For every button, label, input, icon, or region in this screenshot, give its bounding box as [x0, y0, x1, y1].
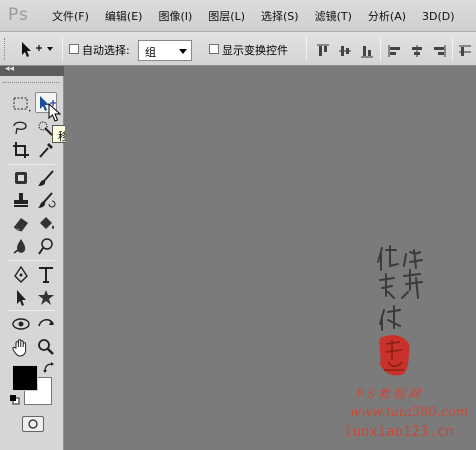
menu-bar: Ps 文件(F) 编辑(E) 图像(I) 图层(L) 选择(S) 滤镜(T) 分… — [0, 0, 476, 32]
tool-divider — [7, 260, 55, 261]
menu-items: 文件(F) 编辑(E) 图像(I) 图层(L) 选择(S) 滤镜(T) 分析(A… — [44, 0, 463, 32]
swap-colors-icon[interactable] — [43, 362, 55, 374]
auto-select-label: 自动选择: — [82, 44, 130, 57]
menu-analysis[interactable]: 分析(A) — [360, 8, 414, 24]
type-tool[interactable] — [35, 264, 57, 285]
watermark-brand: PS教程网 — [356, 387, 424, 401]
menu-edit[interactable]: 编辑(E) — [97, 8, 151, 24]
clone-stamp-tool[interactable] — [10, 190, 32, 211]
history-brush-tool[interactable] — [35, 190, 57, 211]
options-divider — [306, 37, 307, 61]
toolbox-grip[interactable] — [3, 82, 59, 86]
tool-divider — [7, 164, 55, 165]
watermark-site-1: www.tata580.com — [350, 405, 469, 420]
spot-healing-brush-tool[interactable] — [10, 168, 32, 189]
menu-file[interactable]: 文件(F) — [44, 8, 97, 24]
chevron-down-icon — [179, 49, 187, 54]
menu-3d[interactable]: 3D(D) — [414, 10, 463, 23]
app-logo: Ps — [8, 5, 29, 25]
tool-divider — [7, 310, 55, 311]
auto-select-value: 组 — [145, 46, 156, 59]
watermark-site-2: luoxiao123.cn — [344, 424, 454, 440]
red-seal-stamp — [379, 335, 410, 376]
foreground-color-swatch[interactable] — [12, 365, 38, 391]
align-left-icon[interactable] — [388, 44, 402, 58]
show-transform-label: 显示变换控件 — [222, 44, 288, 57]
auto-select-dropdown[interactable]: 组 — [138, 40, 192, 61]
custom-shape-tool[interactable] — [35, 287, 57, 308]
menu-layer[interactable]: 图层(L) — [200, 8, 253, 24]
calligraphy-watermark — [377, 245, 423, 331]
crop-tool[interactable] — [10, 140, 32, 161]
paint-bucket-tool[interactable] — [35, 213, 57, 234]
eyedropper-tool[interactable] — [35, 140, 57, 161]
align-top-icon[interactable] — [316, 44, 330, 58]
menu-select[interactable]: 选择(S) — [253, 8, 307, 24]
path-selection-tool[interactable] — [10, 287, 32, 308]
default-colors-icon[interactable] — [10, 395, 20, 405]
toolbox-header[interactable]: ◂◂ — [0, 64, 64, 76]
brush-tool[interactable] — [35, 168, 57, 189]
hand-tool[interactable] — [10, 337, 32, 358]
auto-select-checkbox[interactable] — [69, 44, 79, 54]
menu-image[interactable]: 图像(I) — [150, 8, 200, 24]
align-horizontal-center-icon[interactable] — [410, 44, 424, 58]
3d-orbit-tool[interactable] — [35, 314, 57, 335]
align-vertical-center-icon[interactable] — [338, 44, 352, 58]
blur-tool[interactable] — [10, 236, 32, 257]
quick-mask-button[interactable] — [22, 416, 44, 432]
zoom-tool[interactable] — [35, 337, 57, 358]
rectangular-marquee-tool[interactable] — [10, 93, 32, 114]
options-divider — [380, 37, 381, 61]
align-right-icon[interactable] — [432, 44, 446, 58]
show-transform-checkbox[interactable] — [209, 44, 219, 54]
options-bar-grip[interactable] — [4, 38, 7, 60]
options-divider — [452, 37, 453, 61]
tool-preset-picker[interactable] — [16, 39, 58, 59]
eraser-tool[interactable] — [10, 213, 32, 234]
options-divider — [62, 37, 63, 61]
menu-filter[interactable]: 滤镜(T) — [307, 8, 360, 24]
3d-rotate-tool[interactable] — [10, 314, 32, 335]
align-bottom-icon[interactable] — [360, 44, 374, 58]
collapse-icon[interactable]: ◂◂ — [5, 64, 14, 74]
dodge-tool[interactable] — [35, 236, 57, 257]
quick-mask-icon — [28, 419, 38, 429]
pen-tool[interactable] — [10, 264, 32, 285]
distribute-top-icon[interactable] — [458, 44, 472, 58]
lasso-tool[interactable] — [10, 117, 32, 138]
